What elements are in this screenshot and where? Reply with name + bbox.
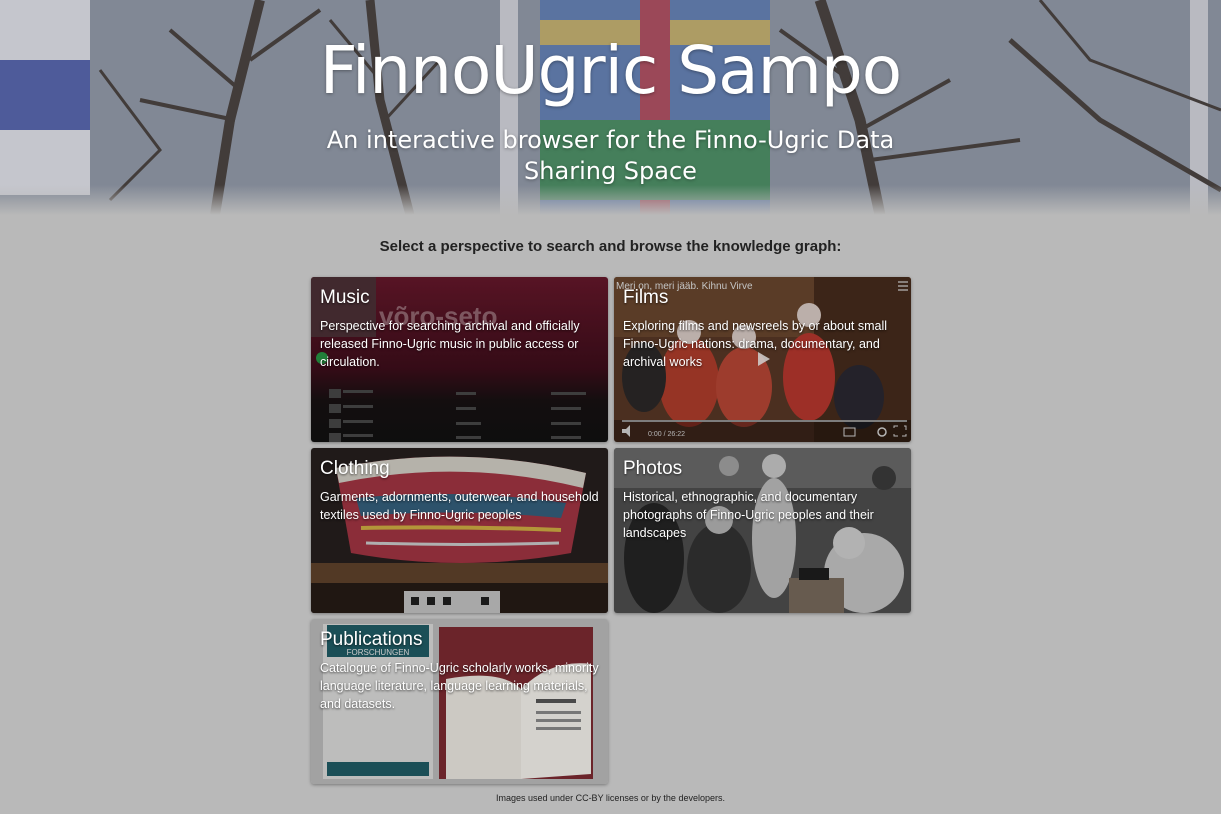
music-card-description: Perspective for searching archival and o… [320, 319, 580, 369]
page-title: FinnoUgric Sampo [319, 32, 902, 109]
perspective-card-music[interactable]: võro-seto Music Perspective for searchin… [311, 277, 608, 442]
perspective-card-films[interactable]: Meri on, meri jääb. Kihnu Virve 0:00 / 2… [614, 277, 911, 442]
films-card-description: Exploring films and newsreels by or abou… [623, 319, 888, 369]
photos-card-description: Historical, ethnographic, and documentar… [623, 490, 874, 540]
clothing-card-title: Clothing [320, 458, 390, 479]
publications-card-description: Catalogue of Finno-Ugric scholarly works… [320, 661, 599, 711]
perspective-prompt: Select a perspective to search and brows… [379, 238, 842, 255]
publications-card-title: Publications [320, 629, 423, 650]
films-card-title: Films [623, 287, 669, 308]
image-credit-footer: Images used under CC-BY licenses or by t… [496, 793, 725, 803]
perspective-card-photos[interactable]: Photos Historical, ethnographic, and doc… [614, 448, 911, 613]
clothing-card-description: Garments, adornments, outerwear, and hou… [320, 490, 599, 522]
photos-card-title: Photos [623, 458, 683, 479]
music-card-title: Music [320, 287, 370, 308]
page-subtitle: An interactive browser for the Finno-Ugr… [326, 126, 895, 185]
perspective-card-publications[interactable]: FORSCHUNGEN Publications Catalogue of Fi… [311, 619, 608, 784]
perspective-card-clothing[interactable]: Clothing Garments, adornments, outerwear… [311, 448, 608, 613]
